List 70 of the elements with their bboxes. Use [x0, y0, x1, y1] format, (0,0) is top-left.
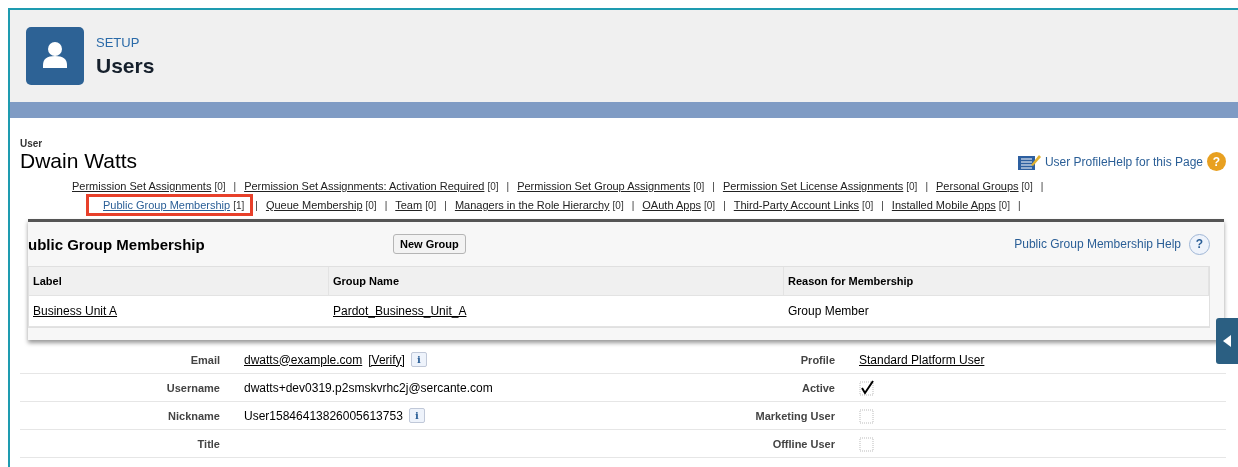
record-count: [0] [704, 200, 716, 211]
popup-help-link[interactable]: Public Group Membership Help [1014, 237, 1181, 251]
related-list-link[interactable]: Third-Party Account Links [733, 199, 860, 211]
link-separator: | [444, 199, 447, 211]
link-separator: | [233, 180, 237, 192]
link-separator: | [881, 199, 884, 211]
field-link[interactable]: Standard Platform User [859, 352, 985, 367]
info-icon[interactable]: i [408, 408, 425, 423]
column-header: Reason for Membership [784, 267, 1209, 295]
help-icon[interactable]: ? [1189, 233, 1210, 255]
related-list-link[interactable]: Public Group Membership [103, 199, 231, 211]
collapse-arrow-icon [1223, 335, 1231, 347]
profile-icon [1016, 152, 1041, 171]
setup-label: SETUP [96, 34, 141, 50]
page-help-link[interactable]: User ProfileHelp for this Page [1044, 154, 1203, 169]
link-separator: | [1017, 199, 1021, 211]
field-label: Profile [799, 353, 835, 366]
record-count: [0] [906, 181, 918, 192]
group-name-link[interactable]: Pardot_Business_Unit_A [329, 296, 471, 326]
field-label: Username [165, 381, 220, 394]
field-value: User15846413826005613753 [244, 408, 403, 423]
field-label: Title [196, 437, 220, 450]
user-name: Dwain Watts [20, 149, 138, 173]
record-count: [0] [425, 200, 437, 211]
column-header: Group Name [329, 267, 784, 295]
record-count: [0] [1021, 181, 1033, 192]
link-separator: | [712, 180, 715, 192]
related-list-link[interactable]: Managers in the Role Hierarchy [454, 199, 610, 211]
page-title: Users [96, 53, 155, 78]
record-count: [0] [365, 200, 377, 211]
record-count: [1] [233, 200, 245, 211]
related-list-link[interactable]: Permission Set Assignments [72, 180, 212, 192]
record-count: [0] [487, 181, 499, 192]
user-label: User [20, 138, 44, 149]
related-list-link[interactable]: Permission Set License Assignments [722, 180, 904, 192]
column-header: Label [29, 267, 329, 295]
link-separator: | [506, 180, 510, 192]
related-list-link[interactable]: OAuth Apps [642, 199, 702, 211]
info-icon[interactable]: i [410, 352, 427, 367]
record-count: [0] [612, 200, 624, 211]
new-group-button[interactable]: New Group [393, 234, 466, 254]
field-label: Marketing User [754, 409, 835, 422]
table-cell-text: Group Member [787, 303, 870, 320]
link-separator: | [631, 199, 635, 211]
related-list-link[interactable]: Installed Mobile Apps [891, 199, 996, 211]
record-count: [0] [862, 200, 874, 211]
related-list-link[interactable]: Team [395, 199, 423, 211]
related-list-link[interactable]: Queue Membership [265, 199, 363, 211]
field-label: Email [189, 353, 220, 366]
popup-title: ublic Group Membership [28, 235, 206, 253]
sidebar-toggle[interactable] [1216, 318, 1238, 364]
link-separator: | [723, 199, 726, 211]
related-list-link[interactable]: Permission Set Assignments: Activation Required [244, 180, 485, 192]
field-link[interactable]: dwatts@example.com [244, 352, 363, 367]
field-label: Active [800, 381, 835, 394]
related-list-link[interactable]: Personal Groups [936, 180, 1019, 192]
link-separator: | [1040, 180, 1044, 192]
related-list-link[interactable]: Permission Set Group Assignments [517, 180, 691, 192]
record-count: [0] [214, 181, 226, 192]
verify-link[interactable]: [Verify] [368, 352, 405, 367]
user-icon [26, 27, 84, 85]
record-count: [0] [693, 181, 705, 192]
link-separator: | [384, 199, 388, 211]
record-count: [0] [998, 200, 1010, 211]
field-label: Offline User [771, 437, 835, 450]
group-label-link[interactable]: Business Unit A [29, 296, 122, 326]
field-value: dwatts+dev0319.p2smskvrhc2j@sercante.com [244, 380, 493, 395]
link-separator: | [925, 180, 928, 192]
link-separator: | [255, 199, 258, 211]
field-label: Nickname [167, 409, 220, 422]
